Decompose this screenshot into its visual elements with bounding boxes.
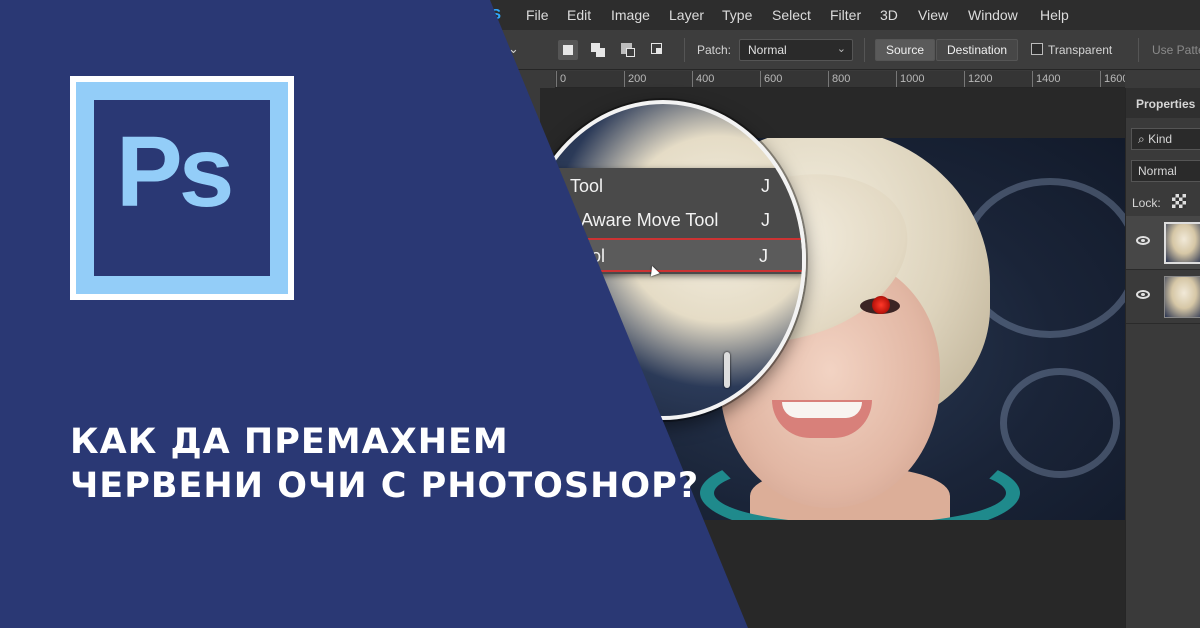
flyout-item-label: Tool [570, 176, 604, 196]
visibility-eye-icon[interactable] [1136, 236, 1150, 245]
destination-button[interactable]: Destination [936, 39, 1019, 61]
layer-row[interactable] [1126, 270, 1200, 324]
photoshop-logo-border: Ps [76, 82, 288, 294]
transparent-label: Transparent [1048, 43, 1113, 57]
headline-line-1: КАК ДА ПРЕМАХНЕМ [70, 422, 509, 462]
horizontal-ruler: 0 200 400 600 800 1000 1200 1400 1600 [555, 71, 1125, 88]
intersect-selection-button[interactable] [648, 40, 668, 60]
ruler-label: 200 [628, 73, 647, 85]
photoshop-logo-text: Ps [116, 116, 234, 228]
photoshop-logo-core: Ps [94, 100, 270, 276]
ruler-tick [624, 71, 625, 87]
ruler-tick [1032, 71, 1033, 87]
portrait-teeth [782, 402, 862, 418]
portrait-earring [724, 352, 730, 388]
kind-label: Kind [1148, 132, 1173, 146]
ruler-tick [828, 71, 829, 87]
options-divider [1138, 38, 1139, 62]
blend-mode-select[interactable]: Normal [1131, 160, 1200, 182]
ruler-label: 1000 [900, 73, 925, 85]
panel-title[interactable]: Properties [1126, 88, 1200, 118]
transparent-checkbox[interactable] [1031, 43, 1043, 55]
patch-label: Patch: [697, 43, 732, 57]
layer-thumbnail [1164, 222, 1200, 264]
menu-window[interactable]: Window [968, 7, 1018, 23]
flyout-item-content-aware-move[interactable]: t-Aware Move Tool J [554, 204, 802, 238]
ruler-label: 1600 [1104, 73, 1125, 85]
intersect-selection-icon-b [656, 48, 662, 54]
menu-help[interactable]: Help [1040, 7, 1069, 23]
new-selection-icon [563, 45, 573, 55]
ruler-tick [760, 71, 761, 87]
ruler-label: 1400 [1036, 73, 1061, 85]
flyout-item-shortcut: J [761, 210, 770, 230]
layer-kind-filter[interactable]: ⌕ Kind [1131, 128, 1200, 150]
subtract-selection-button[interactable] [618, 40, 638, 60]
patch-mode-select[interactable]: Normal ⌄ [739, 39, 853, 61]
properties-panel: Properties ⌕ Kind Normal Lock: [1125, 88, 1200, 628]
menu-layer[interactable]: Layer [669, 7, 704, 23]
lock-transparency-icon[interactable] [1172, 194, 1186, 208]
flyout-item-healing-brush[interactable]: Tool J [554, 170, 802, 204]
layer-thumbnail [1164, 276, 1200, 318]
menu-filter[interactable]: Filter [830, 7, 861, 23]
chevron-down-icon: ⌄ [836, 43, 846, 55]
lock-label: Lock: [1132, 196, 1161, 210]
ruler-tick [556, 71, 557, 87]
ruler-label: 1200 [968, 73, 993, 85]
photoshop-logo: Ps [70, 76, 294, 300]
menu-image[interactable]: Image [611, 7, 650, 23]
headline-line-2: ЧЕРВЕНИ ОЧИ С PHOTOSHOP? [70, 466, 700, 506]
subtract-selection-icon-b [626, 48, 635, 57]
menu-3d[interactable]: 3D [880, 7, 898, 23]
add-selection-icon-b [596, 48, 605, 57]
new-selection-button[interactable] [558, 40, 578, 60]
promo-headline: КАК ДА ПРЕМАХНЕМ ЧЕРВЕНИ ОЧИ С PHOTOSHOP… [70, 420, 699, 508]
use-pattern-button[interactable]: Use Patte [1152, 43, 1200, 57]
ruler-label: 400 [696, 73, 715, 85]
options-divider [684, 38, 685, 62]
red-eye-pupil[interactable] [872, 296, 890, 314]
menu-select[interactable]: Select [772, 7, 811, 23]
ruler-tick [1100, 71, 1101, 87]
ruler-label: 600 [764, 73, 783, 85]
menu-edit[interactable]: Edit [567, 7, 591, 23]
search-icon: ⌕ [1138, 132, 1149, 146]
ruler-tick [896, 71, 897, 87]
flyout-item-shortcut: J [761, 176, 770, 196]
menu-file[interactable]: File [526, 7, 549, 23]
menu-type[interactable]: Type [722, 7, 752, 23]
ruler-label: 800 [832, 73, 851, 85]
options-divider [864, 38, 865, 62]
menu-view[interactable]: View [918, 7, 948, 23]
flyout-item-label: t-Aware Move Tool [570, 210, 719, 230]
ruler-tick [964, 71, 965, 87]
patch-mode-value: Normal [748, 43, 787, 57]
source-button[interactable]: Source [875, 39, 936, 61]
background-swirl [1000, 368, 1120, 478]
flyout-item-shortcut: J [759, 246, 768, 266]
ruler-label: 0 [560, 73, 567, 85]
ruler-tick [692, 71, 693, 87]
visibility-eye-icon[interactable] [1136, 290, 1150, 299]
blend-mode-value: Normal [1138, 164, 1177, 178]
add-selection-button[interactable] [588, 40, 608, 60]
layer-row[interactable] [1126, 216, 1200, 270]
